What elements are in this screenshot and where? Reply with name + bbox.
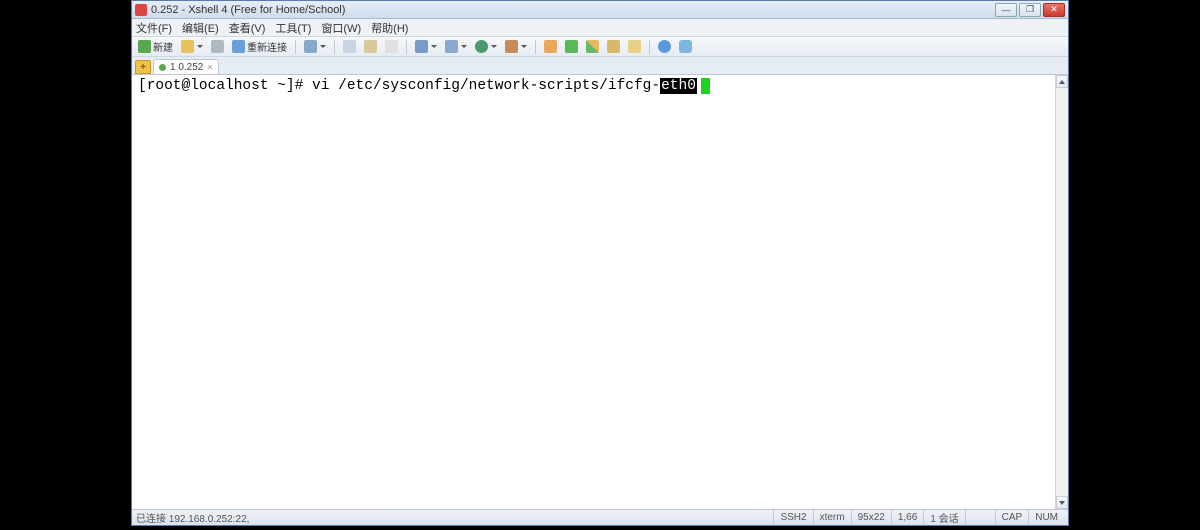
open-button[interactable] xyxy=(179,39,205,55)
reconnect-icon xyxy=(232,40,245,53)
window-title: 0.252 - Xshell 4 (Free for Home/School) xyxy=(151,4,995,16)
properties-icon xyxy=(304,40,317,53)
separator xyxy=(535,40,536,54)
terminal-highlight: eth0 xyxy=(660,78,697,94)
properties-button[interactable] xyxy=(302,39,328,55)
chat-icon xyxy=(679,40,692,53)
lock-icon xyxy=(607,40,620,53)
folder-button[interactable] xyxy=(626,39,643,55)
tab-label: 1 0.252 xyxy=(170,62,203,73)
paste-button[interactable] xyxy=(362,39,379,55)
tab-close-icon[interactable]: × xyxy=(207,62,212,72)
session-tab[interactable]: 1 0.252 × xyxy=(153,59,219,74)
app-window: 0.252 - Xshell 4 (Free for Home/School) … xyxy=(131,0,1069,526)
separator xyxy=(295,40,296,54)
search-icon xyxy=(385,40,398,53)
toolbar: 新建 重新连接 xyxy=(132,37,1068,57)
separator xyxy=(334,40,335,54)
arrow-down-icon xyxy=(1059,501,1065,505)
font-button[interactable] xyxy=(413,39,439,55)
font-icon xyxy=(415,40,428,53)
new-icon xyxy=(138,40,151,53)
menu-tools[interactable]: 工具(T) xyxy=(275,20,311,36)
reconnect-label: 重新连接 xyxy=(247,39,287,54)
status-num: NUM xyxy=(1028,510,1064,525)
status-pos: 1,66 xyxy=(891,510,923,525)
menu-view[interactable]: 查看(V) xyxy=(229,20,266,36)
color-icon xyxy=(445,40,458,53)
status-protocol: SSH2 xyxy=(773,510,812,525)
chevron-down-icon xyxy=(431,45,437,48)
app-icon xyxy=(135,4,147,16)
folder-icon xyxy=(628,40,641,53)
check-icon xyxy=(565,40,578,53)
check-button[interactable] xyxy=(563,39,580,55)
copy-icon xyxy=(343,40,356,53)
status-term: xterm xyxy=(813,510,851,525)
scroll-track[interactable] xyxy=(1056,88,1068,496)
terminal[interactable]: [root@localhost ~]# vi /etc/sysconfig/ne… xyxy=(132,75,1068,509)
window-controls: — ❐ ✕ xyxy=(995,3,1065,17)
grid-button[interactable] xyxy=(584,39,601,55)
globe-button[interactable] xyxy=(473,39,499,55)
terminal-cursor xyxy=(701,78,710,94)
arrow-up-icon xyxy=(1059,80,1065,84)
script-button[interactable] xyxy=(542,39,559,55)
status-connection: 已连接 192.168.0.252:22, xyxy=(136,510,773,525)
help-icon xyxy=(658,40,671,53)
terminal-line: [root@localhost ~]# vi /etc/sysconfig/ne… xyxy=(138,78,1062,95)
menu-window[interactable]: 窗口(W) xyxy=(321,20,361,36)
menu-help[interactable]: 帮助(H) xyxy=(371,20,408,36)
chevron-down-icon xyxy=(521,45,527,48)
users-button[interactable] xyxy=(503,39,529,55)
status-session: 1 会话 xyxy=(923,510,964,525)
menubar: 文件(F) 编辑(E) 查看(V) 工具(T) 窗口(W) 帮助(H) xyxy=(132,19,1068,37)
scroll-down-button[interactable] xyxy=(1056,496,1068,509)
users-icon xyxy=(505,40,518,53)
titlebar: 0.252 - Xshell 4 (Free for Home/School) … xyxy=(132,1,1068,19)
color-button[interactable] xyxy=(443,39,469,55)
disconnect-button[interactable] xyxy=(209,39,226,55)
terminal-prompt: [root@localhost ~]# xyxy=(138,78,312,94)
separator xyxy=(649,40,650,54)
grid-icon xyxy=(586,40,599,53)
minimize-button[interactable]: — xyxy=(995,3,1017,17)
new-button[interactable]: 新建 xyxy=(136,39,175,55)
globe-icon xyxy=(475,40,488,53)
script-icon xyxy=(544,40,557,53)
disconnect-icon xyxy=(211,40,224,53)
menu-edit[interactable]: 编辑(E) xyxy=(182,20,219,36)
chevron-down-icon xyxy=(197,45,203,48)
menu-file[interactable]: 文件(F) xyxy=(136,20,172,36)
status-dot-icon xyxy=(159,64,166,71)
scroll-up-button[interactable] xyxy=(1056,75,1068,88)
new-label: 新建 xyxy=(153,39,173,54)
chevron-down-icon xyxy=(320,45,326,48)
close-button[interactable]: ✕ xyxy=(1043,3,1065,17)
vertical-scrollbar[interactable] xyxy=(1055,75,1068,509)
chat-button[interactable] xyxy=(677,39,694,55)
terminal-command: vi /etc/sysconfig/network-scripts/ifcfg- xyxy=(312,78,660,94)
folder-open-icon xyxy=(181,40,194,53)
reconnect-button[interactable]: 重新连接 xyxy=(230,39,289,55)
copy-button[interactable] xyxy=(341,39,358,55)
statusbar: 已连接 192.168.0.252:22, SSH2 xterm 95x22 1… xyxy=(132,509,1068,525)
lock-button[interactable] xyxy=(605,39,622,55)
maximize-button[interactable]: ❐ xyxy=(1019,3,1041,17)
chevron-down-icon xyxy=(491,45,497,48)
chevron-down-icon xyxy=(461,45,467,48)
add-tab-button[interactable]: + xyxy=(135,60,151,74)
find-button[interactable] xyxy=(383,39,400,55)
separator xyxy=(406,40,407,54)
status-size: 95x22 xyxy=(851,510,891,525)
tabbar: + 1 0.252 × xyxy=(132,57,1068,75)
paste-icon xyxy=(364,40,377,53)
status-cap: CAP xyxy=(995,510,1029,525)
help-button[interactable] xyxy=(656,39,673,55)
